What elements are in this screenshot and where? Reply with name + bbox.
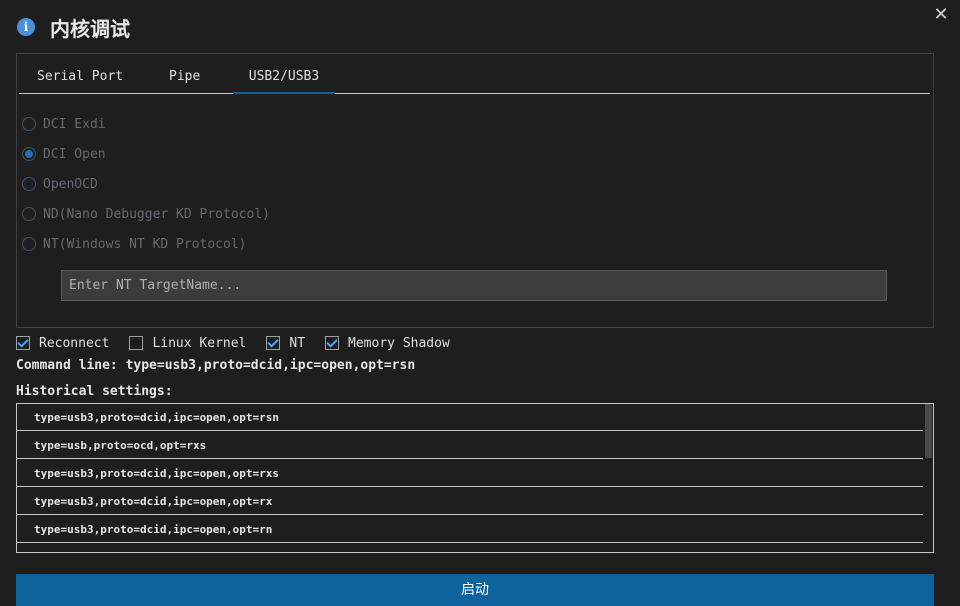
start-button[interactable]: 启动 (16, 574, 934, 606)
list-item[interactable]: type=usb3,proto=dcid,ipc=open,opt=rx (17, 488, 923, 515)
list-item[interactable]: type=usb3,proto=dcid,ipc=open,opt=rxs (17, 460, 923, 487)
dialog-title: 内核调试 (50, 17, 130, 41)
info-icon: i (17, 18, 35, 36)
checkbox[interactable] (266, 336, 281, 350)
checkbox[interactable] (325, 336, 340, 350)
checkbox-nt[interactable]: NT (266, 336, 305, 351)
history-label: Historical settings: (16, 384, 173, 399)
radio-dci-exdi[interactable]: DCI Exdi (22, 114, 106, 134)
options-row: Reconnect Linux Kernel NT Memory Shadow (16, 334, 470, 352)
tab-serial-port[interactable]: Serial Port (37, 54, 127, 93)
connection-panel: Serial Port Pipe USB2/USB3 DCI Exdi DCI … (16, 53, 934, 328)
tab-usb[interactable]: USB2/USB3 (233, 54, 335, 94)
radio-nd[interactable]: ND(Nano Debugger KD Protocol) (22, 204, 270, 224)
checkbox-linux-kernel[interactable]: Linux Kernel (129, 336, 246, 351)
radio-button[interactable] (22, 117, 36, 131)
radio-nt[interactable]: NT(Windows NT KD Protocol) (22, 234, 247, 254)
radio-button[interactable] (22, 237, 36, 251)
checkbox-label: Memory Shadow (348, 335, 450, 351)
radio-label: OpenOCD (43, 176, 98, 192)
radio-label: DCI Open (43, 146, 106, 162)
checkbox[interactable] (16, 336, 30, 350)
scrollbar[interactable] (924, 404, 933, 552)
checkbox-memory-shadow[interactable]: Memory Shadow (325, 336, 450, 351)
history-list: type=usb3,proto=dcid,ipc=open,opt=rsn ty… (16, 403, 934, 553)
close-icon[interactable]: ✕ (932, 6, 950, 24)
checkbox-label: NT (289, 335, 306, 351)
checkbox-label: Linux Kernel (152, 335, 247, 351)
title-bar: i 内核调试 ✕ (0, 0, 960, 52)
radio-label: DCI Exdi (43, 116, 106, 132)
radio-label: NT(Windows NT KD Protocol) (43, 236, 247, 252)
list-item[interactable]: type=usb3,proto=dcid,ipc=open,opt=rn (17, 516, 923, 543)
checkbox-reconnect[interactable]: Reconnect (16, 336, 109, 351)
target-name-input[interactable] (61, 270, 887, 301)
tab-bar: Serial Port Pipe USB2/USB3 (19, 54, 930, 94)
list-item[interactable]: type=usb,proto=ocd,opt=rxs (17, 432, 923, 459)
radio-button[interactable] (22, 177, 36, 191)
radio-dci-open[interactable]: DCI Open (22, 144, 106, 164)
checkbox[interactable] (129, 336, 144, 350)
list-item[interactable]: type=usb3,proto=dcid,ipc=open,opt=rsn (17, 404, 923, 431)
checkbox-label: Reconnect (39, 335, 110, 351)
radio-label: ND(Nano Debugger KD Protocol) (43, 206, 270, 222)
radio-button[interactable] (22, 207, 36, 221)
command-line-text: Command line: type=usb3,proto=dcid,ipc=o… (16, 358, 416, 373)
radio-button[interactable] (22, 147, 36, 161)
tab-pipe[interactable]: Pipe (169, 54, 209, 93)
scrollbar-thumb[interactable] (925, 404, 932, 458)
radio-openocd[interactable]: OpenOCD (22, 174, 98, 194)
